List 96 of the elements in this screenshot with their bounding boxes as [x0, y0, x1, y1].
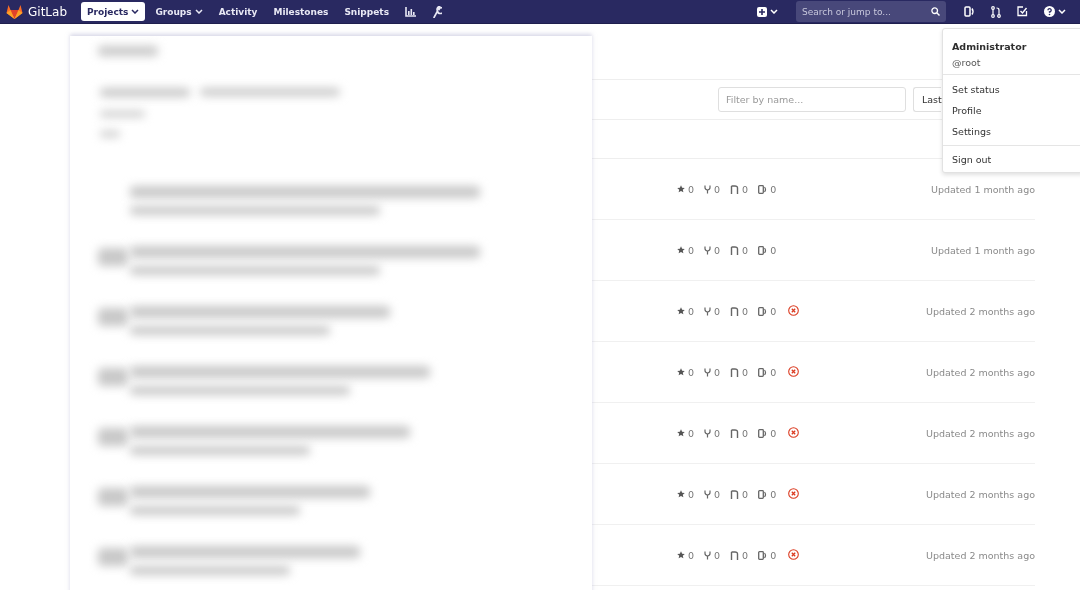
star-icon	[677, 307, 685, 315]
updated-time: Updated 2 months ago	[926, 549, 1035, 561]
caret-icon	[194, 9, 203, 14]
merge-request-count: 0	[742, 305, 749, 317]
search-icon	[931, 7, 940, 16]
issues-icon	[758, 550, 768, 560]
star-icon	[677, 490, 685, 498]
caret-icon	[131, 9, 140, 14]
caret-icon	[1058, 9, 1066, 14]
merge-request-icon	[730, 306, 740, 316]
star-icon	[677, 551, 685, 559]
pipeline-failed-icon[interactable]	[788, 365, 800, 377]
issue-count: 0	[770, 427, 777, 439]
issues-icon	[758, 306, 768, 316]
fork-icon	[704, 306, 712, 316]
bar-chart-icon	[405, 6, 416, 17]
star-icon	[677, 246, 685, 254]
fork-count: 0	[714, 183, 721, 195]
fork-icon	[704, 489, 712, 499]
star-icon	[677, 185, 685, 193]
filter-field[interactable]: Filter by name...	[718, 87, 906, 112]
merge-request-icon	[730, 184, 740, 194]
issue-count: 0	[770, 244, 777, 256]
updated-time: Updated 2 months ago	[926, 305, 1035, 317]
fork-count: 0	[714, 244, 721, 256]
star-count: 0	[688, 549, 695, 561]
issues-icon	[758, 489, 768, 499]
merge-request-icon	[730, 489, 740, 499]
issues-icon[interactable]	[964, 6, 975, 17]
nav-tab[interactable]: Projects	[81, 2, 146, 21]
help-icon[interactable]	[1044, 6, 1055, 17]
merge-request-icon	[730, 550, 740, 560]
plus-square-icon[interactable]	[757, 6, 767, 17]
star-count: 0	[688, 305, 695, 317]
user-name: Administrator	[952, 41, 1028, 52]
search-field[interactable]: Search or jump to...	[796, 1, 946, 22]
star-count: 0	[688, 244, 695, 256]
pipeline-failed-icon[interactable]	[788, 304, 800, 316]
nav-tab[interactable]: Groups	[149, 2, 209, 21]
issue-count: 0	[770, 488, 777, 500]
issue-count: 0	[770, 549, 777, 561]
menu-item[interactable]: Sign out	[943, 145, 1080, 170]
todo-check-icon[interactable]	[1017, 6, 1028, 17]
menu-item[interactable]: Profile	[943, 100, 1080, 121]
fork-icon	[704, 184, 712, 194]
fork-count: 0	[714, 305, 721, 317]
updated-time: Updated 2 months ago	[926, 488, 1035, 500]
user-handle: @root	[952, 57, 982, 68]
pipeline-failed-icon[interactable]	[788, 487, 800, 499]
issues-icon	[758, 245, 768, 255]
merge-request-count: 0	[742, 427, 749, 439]
merge-request-count: 0	[742, 183, 749, 195]
issues-icon	[758, 184, 768, 194]
star-icon	[677, 368, 685, 376]
issue-count: 0	[770, 305, 777, 317]
star-count: 0	[688, 427, 695, 439]
sort-dropdown[interactable]: Last	[913, 87, 941, 112]
fork-icon	[704, 245, 712, 255]
merge-request-count: 0	[742, 244, 749, 256]
nav-tab[interactable]: Snippets	[338, 2, 395, 21]
updated-time: Updated 1 month ago	[930, 183, 1035, 195]
fork-count: 0	[714, 549, 721, 561]
merge-request-count: 0	[742, 488, 749, 500]
merge-request-icon	[730, 428, 740, 438]
issues-icon	[758, 428, 768, 438]
issues-icon	[758, 367, 768, 377]
menu-item[interactable]: Settings	[943, 121, 1080, 142]
star-count: 0	[688, 488, 695, 500]
merge-request-icon[interactable]	[991, 5, 1001, 18]
fork-count: 0	[714, 366, 721, 378]
fork-count: 0	[714, 427, 721, 439]
menu-item[interactable]: Set status	[943, 79, 1080, 100]
fork-count: 0	[714, 488, 721, 500]
merge-request-icon	[730, 245, 740, 255]
updated-time: Updated 2 months ago	[926, 366, 1035, 378]
fork-icon	[704, 367, 712, 377]
star-count: 0	[688, 183, 695, 195]
nav-tab[interactable]: Milestones	[267, 2, 335, 21]
merge-request-icon	[730, 367, 740, 377]
merge-request-count: 0	[742, 549, 749, 561]
pipeline-failed-icon[interactable]	[788, 426, 800, 438]
fork-icon	[704, 550, 712, 560]
brand-name[interactable]: GitLab	[28, 4, 67, 19]
updated-time: Updated 1 month ago	[930, 244, 1035, 256]
issue-count: 0	[770, 183, 777, 195]
nav-tab[interactable]: Activity	[212, 2, 264, 21]
updated-time: Updated 2 months ago	[926, 427, 1035, 439]
fox-logo-icon[interactable]	[6, 4, 23, 19]
star-count: 0	[688, 366, 695, 378]
star-icon	[677, 429, 685, 437]
merge-request-count: 0	[742, 366, 749, 378]
pipeline-failed-icon[interactable]	[788, 548, 800, 560]
issue-count: 0	[770, 366, 777, 378]
wrench-icon	[432, 5, 442, 18]
caret-icon	[770, 9, 778, 14]
fork-icon	[704, 428, 712, 438]
